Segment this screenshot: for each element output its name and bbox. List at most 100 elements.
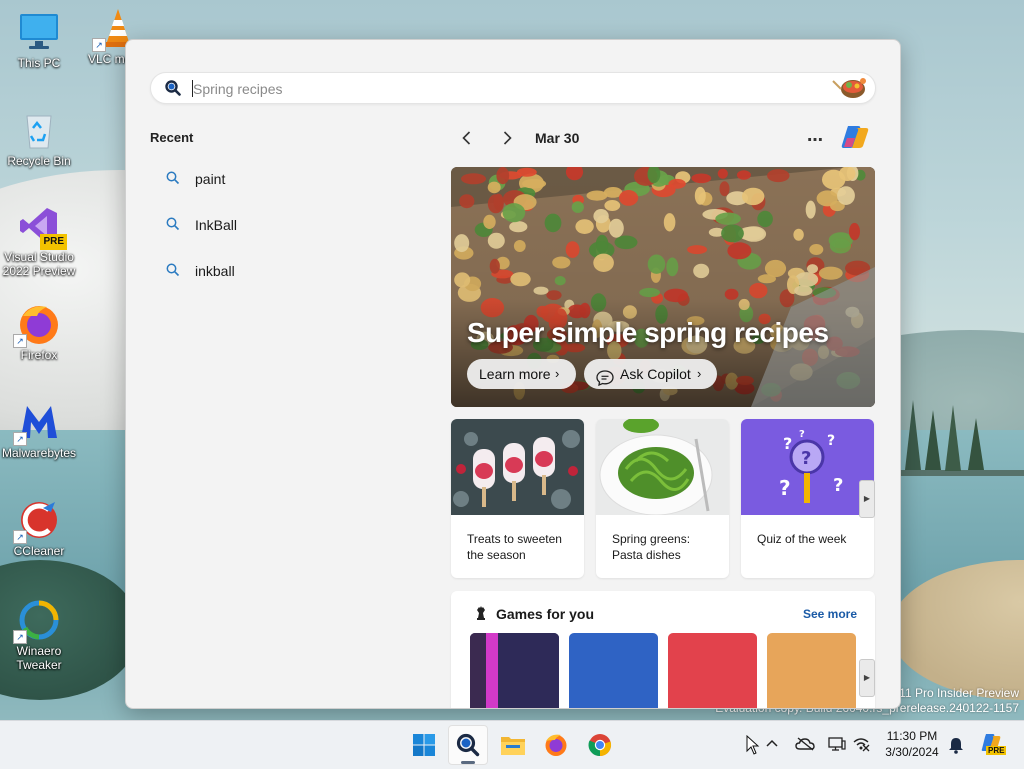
- card-spring-greens[interactable]: Spring greens: Pasta dishes: [596, 419, 729, 578]
- search-flyout: Recent paint InkBall inkball Mar 30 …: [125, 39, 901, 709]
- search-input[interactable]: [191, 77, 815, 101]
- copilot-pre-badge: PRE: [986, 746, 1007, 755]
- svg-text:?: ?: [827, 433, 835, 449]
- copilot-icon: [841, 126, 869, 148]
- monitor-icon: [17, 10, 61, 54]
- bell-icon[interactable]: [948, 736, 964, 758]
- chevron-left-icon: [462, 131, 471, 145]
- search-taskbar-button[interactable]: [448, 725, 488, 765]
- desktop-icon-label: Malwarebytes: [1, 446, 77, 460]
- recent-item-label: InkBall: [195, 217, 238, 233]
- chevron-right-icon: ›: [697, 366, 702, 381]
- game-tile[interactable]: [668, 633, 757, 708]
- text-caret: [192, 80, 193, 97]
- display-icon[interactable]: [828, 736, 846, 756]
- hero-card[interactable]: Super simple spring recipes Learn more ›…: [451, 167, 875, 407]
- file-explorer-icon: [501, 737, 525, 755]
- search-icon: [456, 733, 480, 757]
- desktop-icon-firefox[interactable]: ↗ Firefox: [1, 302, 77, 362]
- card-caption: Quiz of the week: [757, 532, 847, 546]
- chrome-taskbar-button[interactable]: [580, 725, 620, 765]
- chess-piece-icon: [473, 605, 489, 625]
- ask-copilot-label: Ask Copilot: [620, 366, 691, 382]
- desktop-icon-label: This PC: [17, 56, 61, 70]
- pasta-image: [596, 419, 729, 515]
- onedrive-icon[interactable]: [795, 737, 815, 755]
- next-day-button[interactable]: [497, 128, 517, 148]
- shortcut-arrow-icon: ↗: [13, 630, 27, 644]
- popsicles-image: [451, 419, 584, 515]
- search-icon: [166, 217, 180, 235]
- chevron-right-icon: ›: [555, 366, 560, 381]
- preview-badge: PRE: [40, 234, 67, 250]
- chat-bubble-icon: [596, 366, 614, 396]
- quiz-image: ?? ?? ? ?: [741, 419, 874, 515]
- cursor-icon: [746, 734, 760, 759]
- clock-date[interactable]: 3/30/2024: [870, 745, 954, 759]
- search-icon: [166, 171, 180, 189]
- card-quiz[interactable]: ?? ?? ? ? Quiz of the week: [741, 419, 874, 578]
- shortcut-arrow-icon: ↗: [13, 334, 27, 348]
- search-box[interactable]: [150, 72, 876, 104]
- desktop-icon-malwarebytes[interactable]: ↗ Malwarebytes: [1, 400, 77, 460]
- cards-scroll-right-button[interactable]: ▶: [859, 480, 875, 518]
- svg-text:?: ?: [783, 434, 792, 453]
- recent-item-inkball-lowercase[interactable]: inkball: [150, 254, 420, 288]
- svg-text:?: ?: [833, 475, 843, 496]
- copilot-button[interactable]: [838, 120, 872, 154]
- firefox-taskbar-button[interactable]: [536, 725, 576, 765]
- learn-more-button[interactable]: Learn more ›: [467, 359, 576, 389]
- file-explorer-button[interactable]: [492, 725, 532, 765]
- start-button[interactable]: [404, 725, 444, 765]
- recent-item-label: paint: [195, 171, 226, 187]
- desktop-icon-this-pc[interactable]: This PC: [1, 10, 77, 70]
- network-icon[interactable]: [852, 736, 870, 756]
- firefox-icon: ↗: [13, 302, 61, 348]
- learn-more-label: Learn more: [479, 366, 551, 382]
- shortcut-arrow-icon: ↗: [13, 432, 27, 446]
- desktop-icon-visual-studio[interactable]: PRE Visual Studio 2022 Preview: [1, 204, 77, 278]
- svg-text:?: ?: [779, 476, 791, 500]
- search-icon: [166, 263, 180, 281]
- desktop-icon-recycle-bin[interactable]: Recycle Bin: [1, 108, 77, 168]
- desktop-icon-label: Recycle Bin: [7, 154, 71, 168]
- hero-title: Super simple spring recipes: [467, 317, 829, 348]
- ccleaner-icon: ↗: [13, 498, 61, 544]
- visual-studio-icon: PRE: [17, 204, 67, 250]
- chrome-icon: [588, 734, 612, 757]
- more-options-button[interactable]: …: [802, 125, 828, 149]
- search-highlight-illustration-icon[interactable]: [829, 75, 869, 101]
- clock-time[interactable]: 11:30 PM: [870, 729, 954, 743]
- card-caption: Spring greens: Pasta dishes: [612, 532, 691, 562]
- game-tile[interactable]: [767, 633, 856, 708]
- game-tile[interactable]: [470, 633, 559, 708]
- chevron-up-icon[interactable]: [766, 738, 778, 754]
- desktop-icon-ccleaner[interactable]: ↗ CCleaner: [1, 498, 77, 558]
- desktop-icon-label: Firefox: [20, 348, 58, 362]
- copilot-pre-icon[interactable]: PRE: [980, 731, 1007, 759]
- chevron-right-icon: [503, 131, 512, 145]
- card-treats[interactable]: Treats to sweeten the season: [451, 419, 584, 578]
- games-title: Games for you: [496, 606, 595, 622]
- games-scroll-right-button[interactable]: ▶: [859, 659, 875, 697]
- winaero-tweaker-icon: ↗: [13, 598, 61, 644]
- games-card: Games for you See more: [451, 591, 875, 708]
- previous-day-button[interactable]: [457, 128, 477, 148]
- see-more-link[interactable]: See more: [803, 607, 857, 621]
- ask-copilot-button[interactable]: Ask Copilot ›: [584, 359, 717, 389]
- recycle-bin-icon: [17, 108, 61, 152]
- recent-item-label: inkball: [195, 263, 235, 279]
- taskbar: 11:30 PM 3/30/2024 PRE: [0, 720, 1024, 769]
- desktop-icon-label: Winaero Tweaker: [16, 644, 62, 672]
- svg-text:?: ?: [799, 429, 805, 440]
- malwarebytes-icon: ↗: [13, 400, 61, 446]
- game-tile[interactable]: [569, 633, 658, 708]
- card-caption: Treats to sweeten the season: [467, 532, 562, 562]
- recent-heading: Recent: [150, 130, 194, 145]
- recent-item-paint[interactable]: paint: [150, 162, 420, 196]
- shortcut-arrow-icon: ↗: [92, 38, 106, 52]
- desktop-icon-winaero-tweaker[interactable]: ↗ Winaero Tweaker: [1, 598, 77, 672]
- recent-item-inkball[interactable]: InkBall: [150, 208, 420, 242]
- highlights-date: Mar 30: [535, 130, 580, 146]
- active-indicator: [461, 761, 475, 764]
